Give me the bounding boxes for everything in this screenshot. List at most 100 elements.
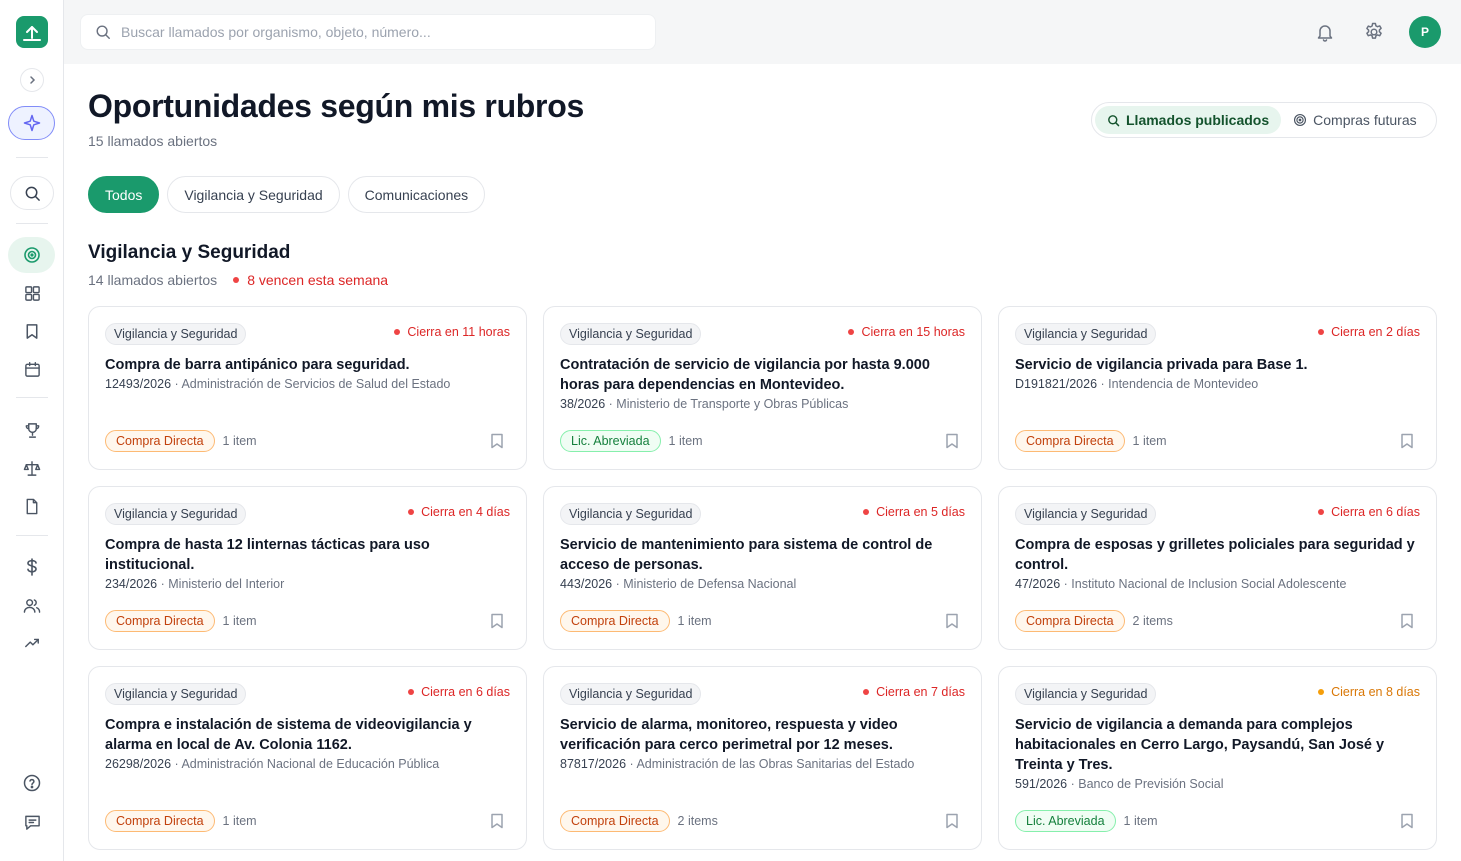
search-box[interactable] <box>80 14 656 50</box>
filter-chip-todos[interactable]: Todos <box>88 176 160 213</box>
deadline-dot <box>394 329 401 335</box>
scale-balance-icon[interactable] <box>12 452 52 484</box>
trending-up-icon[interactable] <box>12 627 52 659</box>
item-count: 1 item <box>668 434 703 448</box>
opportunity-card[interactable]: Vigilancia y Seguridad Cierra en 11 hora… <box>88 306 527 470</box>
bookmark-icon[interactable] <box>945 433 959 449</box>
opportunity-card[interactable]: Vigilancia y Seguridad Cierra en 2 días … <box>998 306 1437 470</box>
category-tag: Vigilancia y Seguridad <box>1015 503 1157 525</box>
feedback-icon[interactable] <box>12 806 52 838</box>
card-meta: 234/2026 · Ministerio del Interior <box>105 577 285 591</box>
card-title[interactable]: Compra de esposas y grilletes policiales… <box>1015 535 1415 575</box>
bookmark-icon[interactable] <box>1400 433 1414 449</box>
opportunity-card[interactable]: Vigilancia y Seguridad Cierra en 4 días … <box>88 486 527 650</box>
item-count: 1 item <box>222 434 257 448</box>
tab-label: Compras futuras <box>1313 112 1417 128</box>
procurement-type-badge: Compra Directa <box>105 430 215 452</box>
card-meta: D191821/2026 · Intendencia de Montevideo <box>1015 377 1259 391</box>
card-meta: 47/2026 · Instituto Nacional de Inclusio… <box>1015 577 1347 591</box>
category-tag: Vigilancia y Seguridad <box>105 683 247 705</box>
call-number: 87817/2026 <box>560 757 627 771</box>
bookmark-icon[interactable] <box>1400 613 1414 629</box>
dashboard-grid-icon[interactable] <box>12 277 52 309</box>
avatar[interactable]: P <box>1409 16 1441 48</box>
call-number: 47/2026 <box>1015 577 1061 591</box>
card-meta: 38/2026 · Ministerio de Transporte y Obr… <box>560 397 849 411</box>
bookmark-icon[interactable] <box>12 315 52 347</box>
card-footer: Compra Directa 1 item <box>560 610 712 632</box>
organization: Ministerio de Transporte y Obras Pública… <box>616 397 849 411</box>
deadline-dot <box>848 329 855 335</box>
ai-sparkle-icon[interactable] <box>8 106 55 140</box>
app-logo-icon[interactable] <box>16 16 48 48</box>
card-meta: 12493/2026 · Administración de Servicios… <box>105 377 451 391</box>
bookmark-icon[interactable] <box>945 813 959 829</box>
deadline: Cierra en 11 horas <box>394 325 510 339</box>
call-number: 12493/2026 <box>105 377 172 391</box>
tab-compras-futuras[interactable]: Compras futuras <box>1281 106 1428 134</box>
card-footer: Lic. Abreviada 1 item <box>560 430 703 452</box>
item-count: 2 items <box>1132 614 1173 628</box>
top-bar: P <box>64 0 1461 64</box>
trophy-icon[interactable] <box>12 414 52 446</box>
category-tag: Vigilancia y Seguridad <box>105 503 247 525</box>
bookmark-icon[interactable] <box>490 433 504 449</box>
target-icon[interactable] <box>8 237 55 273</box>
organization: Intendencia de Montevideo <box>1108 377 1259 391</box>
card-title[interactable]: Servicio de vigilancia privada para Base… <box>1015 355 1415 375</box>
deadline-dot <box>1318 689 1325 695</box>
opportunity-card[interactable]: Vigilancia y Seguridad Cierra en 7 días … <box>543 666 982 850</box>
card-title[interactable]: Compra de barra antipánico para segurida… <box>105 355 505 375</box>
dollar-icon[interactable] <box>12 551 52 583</box>
card-title[interactable]: Compra de hasta 12 linternas tácticas pa… <box>105 535 505 575</box>
bookmark-icon[interactable] <box>490 613 504 629</box>
procurement-type-badge: Compra Directa <box>560 610 670 632</box>
card-title[interactable]: Servicio de vigilancia a demanda para co… <box>1015 715 1415 775</box>
filter-chip-comunicaciones[interactable]: Comunicaciones <box>347 176 486 213</box>
deadline-text: Cierra en 6 días <box>421 685 510 699</box>
tab-label: Llamados publicados <box>1126 112 1270 128</box>
bookmark-icon[interactable] <box>1400 813 1414 829</box>
item-count: 1 item <box>1132 434 1167 448</box>
expand-sidebar-icon[interactable] <box>20 68 44 92</box>
deadline: Cierra en 6 días <box>1318 505 1420 519</box>
category-tag: Vigilancia y Seguridad <box>560 683 702 705</box>
card-title[interactable]: Compra e instalación de sistema de video… <box>105 715 505 755</box>
deadline-dot <box>408 509 415 515</box>
procurement-type-badge: Compra Directa <box>560 810 670 832</box>
bookmark-icon[interactable] <box>945 613 959 629</box>
card-meta: 26298/2026 · Administración Nacional de … <box>105 757 440 771</box>
opportunity-card[interactable]: Vigilancia y Seguridad Cierra en 6 días … <box>88 666 527 850</box>
organization: Banco de Previsión Social <box>1078 777 1224 791</box>
card-title[interactable]: Contratación de servicio de vigilancia p… <box>560 355 960 395</box>
card-footer: Compra Directa 1 item <box>105 430 257 452</box>
organization: Administración Nacional de Educación Púb… <box>181 757 440 771</box>
opportunity-card[interactable]: Vigilancia y Seguridad Cierra en 15 hora… <box>543 306 982 470</box>
call-number: D191821/2026 <box>1015 377 1098 391</box>
filter-chip-vigilancia[interactable]: Vigilancia y Seguridad <box>167 176 340 213</box>
users-icon[interactable] <box>12 589 52 621</box>
item-count: 1 item <box>222 814 257 828</box>
call-number: 591/2026 <box>1015 777 1068 791</box>
document-icon[interactable] <box>12 490 52 522</box>
organization: Ministerio del Interior <box>168 577 285 591</box>
card-title[interactable]: Servicio de alarma, monitoreo, respuesta… <box>560 715 960 755</box>
calendar-icon[interactable] <box>12 353 52 385</box>
deadline: Cierra en 7 días <box>863 685 965 699</box>
deadline-text: Cierra en 2 días <box>1331 325 1420 339</box>
deadline-dot <box>1318 509 1325 515</box>
deadline-text: Cierra en 5 días <box>876 505 965 519</box>
item-count: 2 items <box>677 814 718 828</box>
tab-llamados-publicados[interactable]: Llamados publicados <box>1095 106 1282 134</box>
gear-icon[interactable] <box>1362 20 1386 44</box>
help-icon[interactable] <box>12 767 52 799</box>
opportunity-card[interactable]: Vigilancia y Seguridad Cierra en 5 días … <box>543 486 982 650</box>
sidebar-search-icon[interactable] <box>10 176 54 210</box>
card-footer: Lic. Abreviada 1 item <box>1015 810 1158 832</box>
bookmark-icon[interactable] <box>490 813 504 829</box>
opportunity-card[interactable]: Vigilancia y Seguridad Cierra en 6 días … <box>998 486 1437 650</box>
opportunity-card[interactable]: Vigilancia y Seguridad Cierra en 8 días … <box>998 666 1437 850</box>
card-title[interactable]: Servicio de mantenimiento para sistema d… <box>560 535 960 575</box>
search-input[interactable] <box>121 24 641 40</box>
bell-icon[interactable] <box>1313 20 1337 44</box>
